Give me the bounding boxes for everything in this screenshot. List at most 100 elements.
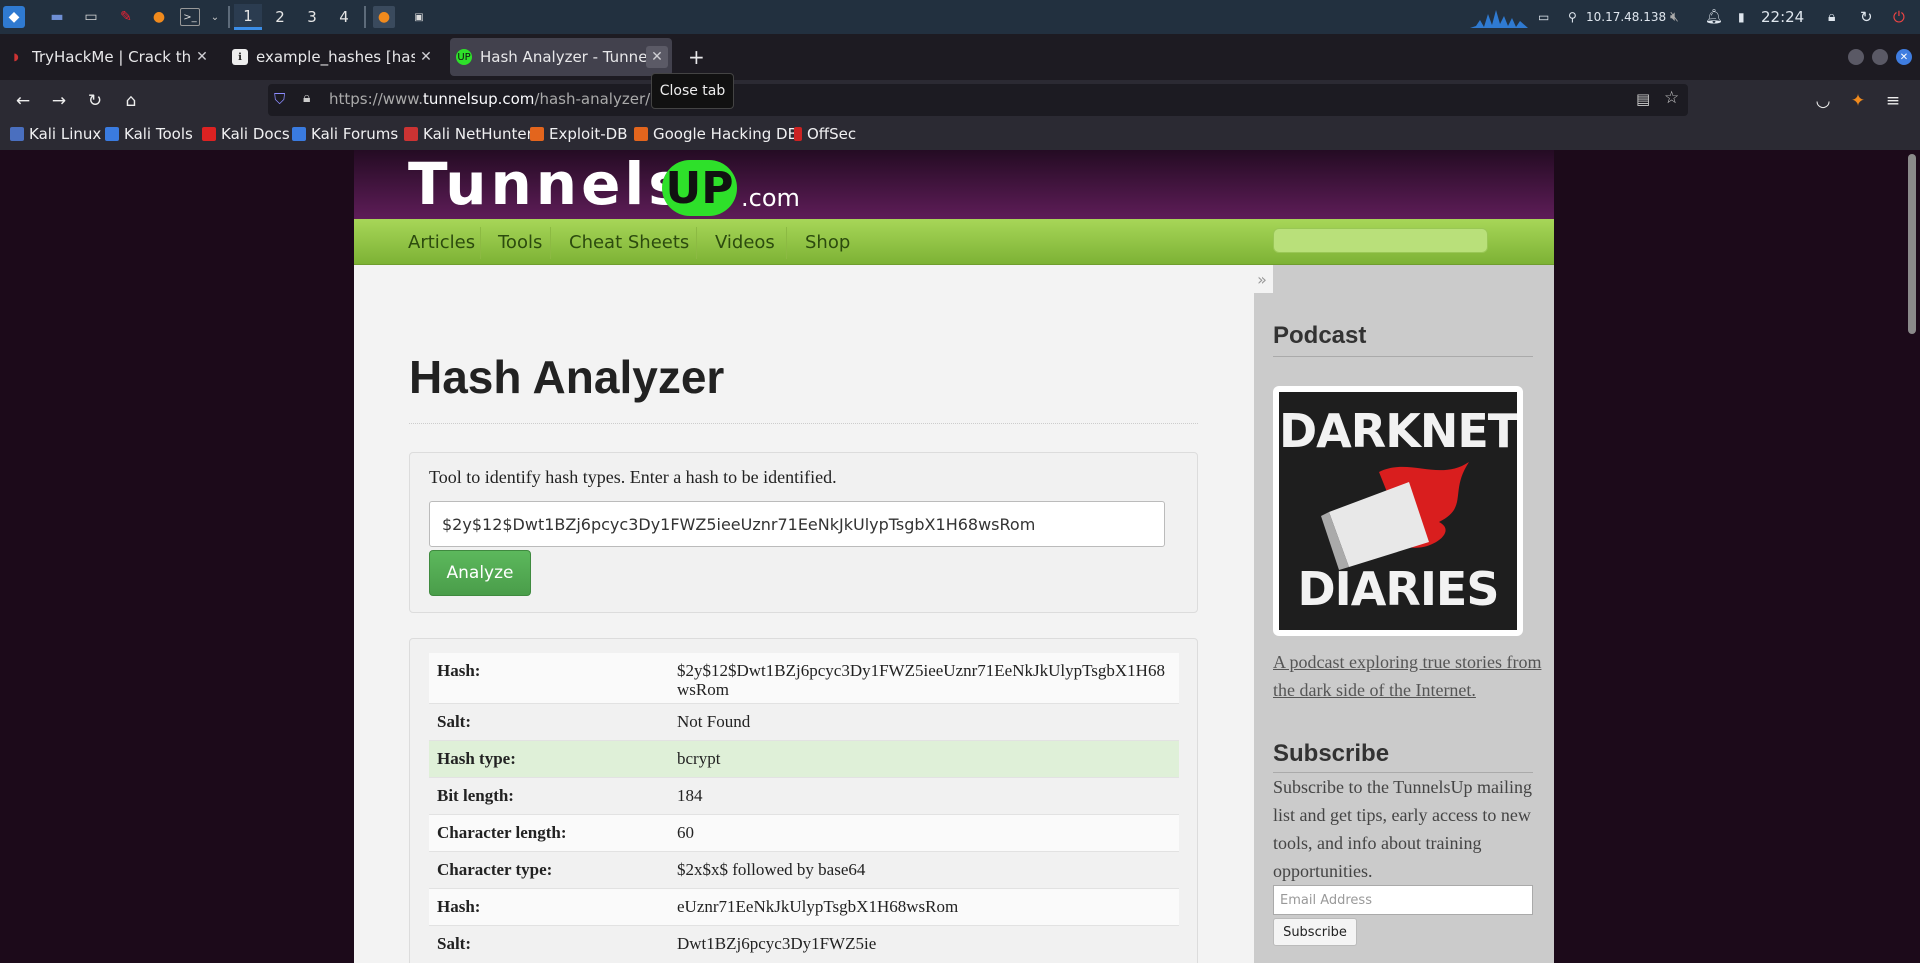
new-tab-button[interactable]: + bbox=[682, 38, 712, 76]
maximize-icon[interactable] bbox=[1872, 49, 1888, 65]
url-bar[interactable]: ⛉ 🔒︎ https://www.tunnelsup.com/hash-anal… bbox=[268, 84, 1688, 116]
table-row: Salt: Dwt1BZj6pcyc3Dy1FWZ5ie bbox=[429, 925, 1179, 962]
files-icon[interactable]: ▭ bbox=[80, 6, 102, 28]
ghdb-icon bbox=[634, 127, 648, 141]
text-editor-icon[interactable]: ✎ bbox=[115, 6, 137, 28]
notification-icon[interactable]: 🔔︎ bbox=[1705, 0, 1723, 34]
bookmark-kali-forums[interactable]: Kali Forums bbox=[292, 125, 398, 143]
subscribe-heading: Subscribe bbox=[1273, 740, 1390, 767]
menu-shop[interactable]: Shop bbox=[795, 219, 860, 265]
logo-up-badge[interactable]: UP bbox=[662, 160, 737, 216]
menu-icon[interactable]: ≡ bbox=[1880, 88, 1906, 114]
home-icon[interactable]: ⌂ bbox=[118, 88, 144, 114]
email-field[interactable]: Email Address bbox=[1273, 885, 1533, 915]
bookmark-kali-tools[interactable]: Kali Tools bbox=[105, 125, 193, 143]
tab-title: example_hashes [hashcat wiki] bbox=[256, 48, 415, 66]
tab-example-hashes[interactable]: ℹ example_hashes [hashcat wiki] ✕ bbox=[226, 38, 441, 76]
network-graph bbox=[1470, 0, 1530, 34]
bookmark-star-icon[interactable]: ☆ bbox=[1664, 88, 1679, 108]
display-icon[interactable]: ▭ bbox=[1538, 0, 1549, 34]
kali-tools-icon bbox=[105, 127, 119, 141]
bookmark-kali-docs[interactable]: Kali Docs bbox=[202, 125, 290, 143]
padlock-icon[interactable]: 🔒︎ bbox=[303, 90, 310, 106]
reload-icon[interactable]: ↻ bbox=[82, 88, 108, 114]
table-row: Character type: $2x$x$ followed by base6… bbox=[429, 851, 1179, 888]
site-search-input[interactable] bbox=[1273, 228, 1488, 253]
result-key: Hash: bbox=[437, 897, 481, 916]
close-tab-icon[interactable]: ✕ bbox=[415, 46, 437, 68]
ip-address: 10.17.48.138 bbox=[1586, 10, 1667, 24]
close-tab-icon[interactable]: ✕ bbox=[191, 46, 213, 68]
terminal-icon[interactable]: >_ bbox=[180, 8, 200, 26]
pocket-icon[interactable]: ◡ bbox=[1810, 88, 1836, 114]
url-text[interactable]: https://www.tunnelsup.com/hash-analyzer/ bbox=[329, 90, 650, 108]
tryhackme-icon: ◗ bbox=[13, 51, 19, 63]
desktop-icon[interactable]: ▬ bbox=[46, 6, 68, 28]
refresh-icon[interactable]: ↻ bbox=[1860, 0, 1873, 34]
table-row: Hash: eUznr71EeNkJkUlypTsgbX1H68wsRom bbox=[429, 888, 1179, 925]
result-key: Character length: bbox=[437, 823, 567, 842]
firefox-icon[interactable]: ● bbox=[148, 6, 170, 28]
sidebar-divider bbox=[1273, 356, 1533, 357]
kali-menu-icon[interactable]: ◆ bbox=[3, 6, 25, 28]
site-logo[interactable]: Tunnels bbox=[408, 154, 687, 214]
close-window-icon[interactable]: ✕ bbox=[1896, 49, 1912, 65]
result-value: Dwt1BZj6pcyc3Dy1FWZ5ie bbox=[677, 934, 877, 953]
extension-icon[interactable]: ✦ bbox=[1845, 88, 1871, 114]
workspace-3[interactable]: 3 bbox=[298, 4, 326, 30]
menu-cheat-sheets[interactable]: Cheat Sheets bbox=[559, 219, 699, 265]
results-table: Hash: $2y$12$Dwt1BZj6pcyc3Dy1FWZ5ieeUznr… bbox=[409, 638, 1198, 963]
mute-icon[interactable]: 🔇︎ bbox=[1670, 0, 1679, 34]
vpn-icon[interactable]: ⚲ bbox=[1568, 0, 1577, 34]
minimize-icon[interactable] bbox=[1848, 49, 1864, 65]
result-key: Hash: bbox=[437, 661, 481, 680]
firefox-window-icon[interactable]: ● bbox=[373, 6, 395, 28]
chevron-down-icon[interactable]: ⌄ bbox=[204, 6, 226, 28]
kali-docs-icon bbox=[202, 127, 216, 141]
kali-icon bbox=[10, 127, 24, 141]
workspace-2[interactable]: 2 bbox=[266, 4, 294, 30]
sidebar-collapse-icon[interactable]: » bbox=[1251, 265, 1273, 293]
tab-hash-analyzer[interactable]: UP Hash Analyzer - TunnelsUP ✕ bbox=[450, 38, 672, 76]
result-value: $2x$x$ followed by base64 bbox=[677, 860, 866, 879]
bookmark-google-hacking-db[interactable]: Google Hacking DB bbox=[634, 125, 798, 143]
menu-articles[interactable]: Articles bbox=[398, 219, 485, 265]
forward-icon[interactable]: → bbox=[46, 88, 72, 114]
bookmark-kali-linux[interactable]: Kali Linux bbox=[10, 125, 101, 143]
result-value: bcrypt bbox=[677, 749, 721, 768]
result-key: Salt: bbox=[437, 712, 471, 731]
result-key: Bit length: bbox=[437, 786, 514, 805]
hash-input[interactable]: $2y$12$Dwt1BZj6pcyc3Dy1FWZ5ieeUznr71EeNk… bbox=[429, 501, 1165, 547]
menu-videos[interactable]: Videos bbox=[705, 219, 785, 265]
shield-icon[interactable]: ⛉ bbox=[274, 90, 285, 108]
title-divider bbox=[409, 423, 1198, 424]
lock-icon[interactable]: 🔒︎ bbox=[1828, 0, 1835, 34]
podcast-cover-image[interactable]: DARKNET DIARIES bbox=[1273, 386, 1523, 636]
workspace-1[interactable]: 1 bbox=[234, 4, 262, 30]
tunnelsup-icon: UP bbox=[456, 49, 472, 65]
bookmark-exploit-db[interactable]: Exploit-DB bbox=[530, 125, 628, 143]
analyze-button[interactable]: Analyze bbox=[429, 550, 531, 596]
nethunter-icon bbox=[404, 127, 418, 141]
back-icon[interactable]: ← bbox=[10, 88, 36, 114]
menu-tools[interactable]: Tools bbox=[488, 219, 552, 265]
tab-tryhackme[interactable]: ◗ TryHackMe | Crack the hash ✕ bbox=[2, 38, 217, 76]
table-row-highlight: Hash type: bcrypt bbox=[429, 740, 1179, 777]
reader-view-icon[interactable]: ▤ bbox=[1636, 90, 1650, 108]
subscribe-button[interactable]: Subscribe bbox=[1273, 918, 1357, 946]
kali-forums-icon bbox=[292, 127, 306, 141]
close-tab-icon[interactable]: ✕ bbox=[646, 46, 668, 68]
page-scrollbar[interactable] bbox=[1908, 154, 1916, 334]
podcast-link[interactable]: A podcast exploring true stories from th… bbox=[1273, 648, 1543, 704]
bookmark-offsec[interactable]: OffSec bbox=[794, 125, 856, 143]
result-value: $2y$12$Dwt1BZj6pcyc3Dy1FWZ5ieeUznr71EeNk… bbox=[677, 661, 1165, 699]
battery-icon[interactable]: ▮ bbox=[1738, 0, 1745, 34]
table-row: Character length: 60 bbox=[429, 814, 1179, 851]
bookmark-kali-nethunter[interactable]: Kali NetHunter bbox=[404, 125, 533, 143]
result-key: Character type: bbox=[437, 860, 553, 879]
workspace-4[interactable]: 4 bbox=[330, 4, 358, 30]
result-value: Not Found bbox=[677, 712, 751, 731]
power-icon[interactable]: ⏻ bbox=[1893, 0, 1905, 34]
terminal-window-icon[interactable]: ▣ bbox=[408, 6, 430, 28]
tool-description: Tool to identify hash types. Enter a has… bbox=[429, 467, 837, 487]
